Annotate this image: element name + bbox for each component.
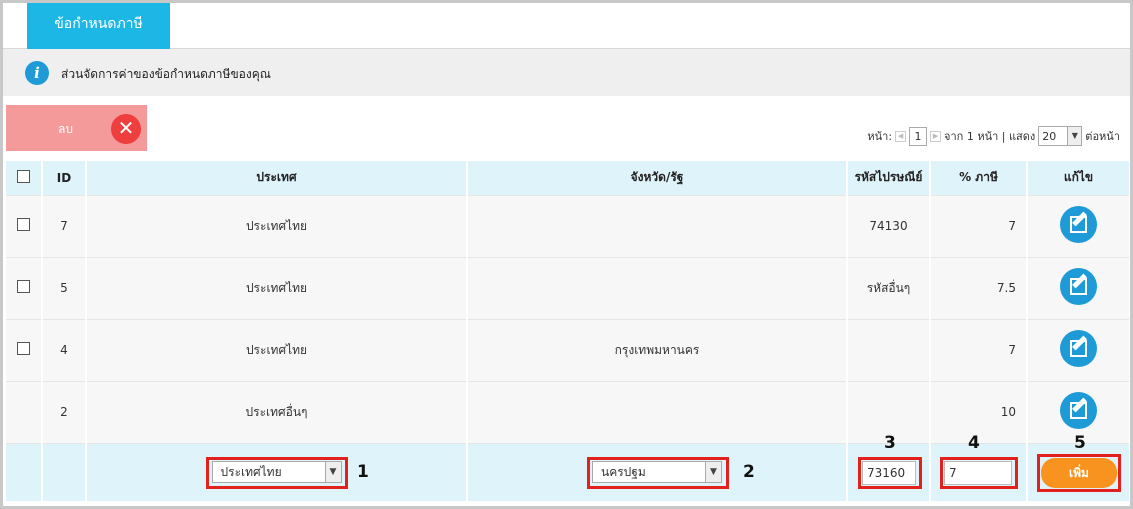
chevron-down-icon: ▼ (1067, 127, 1082, 145)
close-icon: ✕ (111, 114, 141, 144)
callout-1: 1 (357, 461, 369, 482)
pagination: หน้า: ◀ 1 ▶ จาก 1 หน้า | แสดง 20 ▼ ต่อหน… (867, 125, 1120, 147)
callout-4: 4 (968, 432, 980, 453)
cell-province: กรุงเทพมหานคร (467, 318, 848, 381)
tab-bar: ข้อกำหนดภาษี (3, 3, 1130, 49)
cell-country: ประเทศไทย (86, 256, 468, 319)
add-rule-row: ประเทศไทย ▼ 1 นครปฐม ▼ 2 73160 3 7 4 เพิ… (6, 433, 1130, 501)
edit-cell (1027, 256, 1130, 319)
per-page-value: 20 (1042, 129, 1057, 143)
callout-5: 5 (1074, 432, 1086, 453)
tax-rules-table: ID ประเทศ จังหวัด/รัฐ รหัสไปรษณีย์ % ภาษ… (6, 161, 1130, 501)
cell-tax: 7 (930, 194, 1028, 257)
callout-3: 3 (884, 432, 896, 453)
info-bar: i ส่วนจัดการค่าของข้อกำหนดภาษีของคุณ (3, 49, 1130, 96)
province-cell: นครปฐม ▼ 2 (467, 442, 848, 501)
prev-page-icon[interactable]: ◀ (895, 130, 907, 142)
row-checkbox-cell (6, 256, 43, 319)
callout-2: 2 (743, 461, 755, 482)
edit-button[interactable] (1060, 268, 1097, 305)
highlight-box (1037, 453, 1121, 492)
tab-tax-rules[interactable]: ข้อกำหนดภาษี (27, 3, 170, 49)
row-checkbox-cell (6, 380, 43, 443)
form-empty-cell (42, 442, 87, 501)
cell-postal: 74130 (847, 194, 931, 257)
header-id: ID (42, 161, 87, 195)
tax-cell: 7 4 (930, 433, 1028, 501)
cell-id: 7 (42, 194, 87, 257)
edit-cell (1027, 194, 1130, 257)
highlight-box (206, 456, 348, 489)
highlight-box (940, 456, 1018, 489)
select-all-checkbox[interactable] (17, 169, 30, 183)
cell-country: ประเทศไทย (86, 194, 468, 257)
row-checkbox-cell (6, 318, 43, 381)
info-icon: i (25, 61, 49, 85)
cell-country: ประเทศไทย (86, 318, 468, 381)
page-frame: ข้อกำหนดภาษี i ส่วนจัดการค่าของข้อกำหนดภ… (0, 0, 1133, 509)
row-checkbox[interactable] (17, 342, 30, 355)
page-of-text: จาก 1 หน้า | แสดง (944, 130, 1036, 143)
delete-button[interactable]: ลบ ✕ (6, 105, 147, 151)
select-all-cell (6, 161, 43, 195)
cell-tax: 7.5 (930, 256, 1028, 319)
cell-tax: 7 (930, 318, 1028, 381)
highlight-box (858, 456, 922, 489)
table-row: 7 ประเทศไทย 74130 7 (6, 194, 1130, 257)
delete-label: ลบ (58, 122, 73, 136)
cell-postal: รหัสอื่นๆ (847, 256, 931, 319)
edit-button[interactable] (1060, 392, 1097, 429)
info-text: ส่วนจัดการค่าของข้อกำหนดภาษีของคุณ (61, 67, 271, 81)
page-input[interactable]: 1 (909, 126, 928, 146)
per-page-select[interactable]: 20 ▼ (1038, 126, 1083, 146)
edit-cell (1027, 318, 1130, 381)
postal-cell: 73160 3 (847, 433, 931, 501)
country-cell: ประเทศไทย ▼ 1 (86, 442, 468, 501)
table-row: 2 ประเทศอื่นๆ 10 (6, 380, 1130, 443)
table-row: 4 ประเทศไทย กรุงเทพมหานคร 7 (6, 318, 1130, 381)
header-tax: % ภาษี (930, 161, 1028, 195)
cell-postal (847, 318, 931, 381)
table-header-row: ID ประเทศ จังหวัด/รัฐ รหัสไปรษณีย์ % ภาษ… (6, 161, 1130, 195)
header-postal: รหัสไปรษณีย์ (847, 161, 931, 195)
row-checkbox-cell (6, 194, 43, 257)
cell-province (467, 194, 848, 257)
cell-id: 4 (42, 318, 87, 381)
header-country: ประเทศ (86, 161, 468, 195)
row-checkbox[interactable] (17, 218, 30, 231)
cell-province (467, 380, 848, 443)
cell-id: 5 (42, 256, 87, 319)
per-page-suffix: ต่อหน้า (1085, 130, 1120, 143)
add-cell: เพิ่ม 5 (1027, 433, 1130, 501)
edit-button[interactable] (1060, 206, 1097, 243)
highlight-box (587, 456, 729, 489)
edit-button[interactable] (1060, 330, 1097, 367)
next-page-icon[interactable]: ▶ (930, 130, 942, 142)
cell-province (467, 256, 848, 319)
header-edit: แก้ไข (1027, 161, 1130, 195)
form-empty-cell (6, 442, 43, 501)
cell-country: ประเทศอื่นๆ (86, 380, 468, 443)
table-row: 5 ประเทศไทย รหัสอื่นๆ 7.5 (6, 256, 1130, 319)
header-province: จังหวัด/รัฐ (467, 161, 848, 195)
row-checkbox[interactable] (17, 280, 30, 293)
page-label: หน้า: (867, 130, 893, 143)
cell-id: 2 (42, 380, 87, 443)
